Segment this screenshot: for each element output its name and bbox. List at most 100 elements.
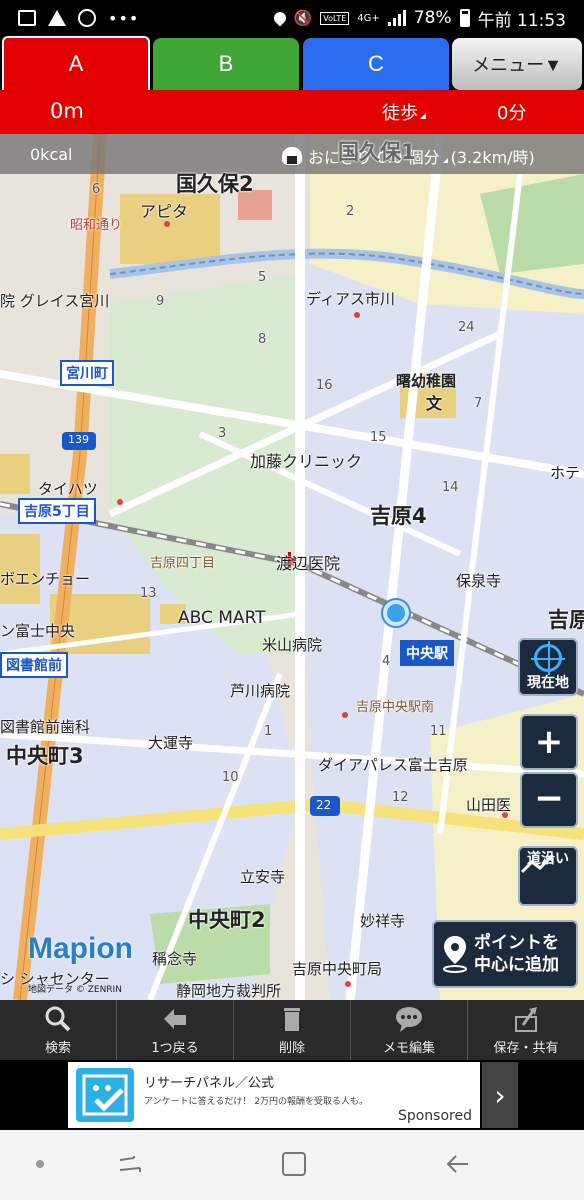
trend-line-icon xyxy=(520,854,554,874)
area-chuocho2: 中央町2 xyxy=(188,908,266,932)
crosshair-icon xyxy=(531,641,565,675)
dropdown-triangle-icon xyxy=(420,113,426,119)
block-number: 12 xyxy=(392,790,409,805)
current-location-button[interactable]: 現在地 xyxy=(518,638,578,696)
place-shika: 図書館前歯科 xyxy=(0,718,91,736)
map-view[interactable]: 0kcal おにぎり 0.0 個分 (3.2km/時) 国久保2 国久保1 アピタ… xyxy=(0,134,584,1000)
block-number: 14 xyxy=(442,480,459,495)
station-toshokanmae[interactable]: 図書館前 xyxy=(0,652,68,678)
route-22-shield: 22 xyxy=(316,798,332,812)
street-showa: 昭和通り xyxy=(70,218,123,233)
undo-icon xyxy=(164,1009,186,1029)
block-number: 4 xyxy=(382,654,391,669)
place-chuo-minami: 吉原中央駅南 xyxy=(356,700,435,715)
bottom-toolbar: 検索 1つ戻る 削除 メモ編集 保存・共有 xyxy=(0,1000,584,1060)
block-number: 3 xyxy=(218,426,227,441)
more-notifications-icon: ••• xyxy=(108,8,140,28)
search-icon xyxy=(45,1006,71,1032)
block-number: 15 xyxy=(370,430,387,445)
block-number: 13 xyxy=(140,586,157,601)
area-chuocho3: 中央町3 xyxy=(6,744,84,768)
place-fujichuo: ン富士中央 xyxy=(0,622,76,640)
station-yoshiwara5[interactable]: 吉原5丁目 xyxy=(18,498,96,524)
volte-label: VoLTE xyxy=(320,11,350,25)
area-yoshiwara4: 吉原4 xyxy=(370,504,427,528)
block-number: 24 xyxy=(458,320,475,335)
onigiri-icon xyxy=(282,147,302,165)
place-kato-clinic: 加藤クリニック xyxy=(250,452,363,471)
block-number: 11 xyxy=(430,724,447,739)
recent-apps-icon[interactable] xyxy=(116,1150,144,1178)
share-icon xyxy=(515,1007,537,1032)
ad-sponsored-label: Sponsored xyxy=(397,1108,472,1124)
place-watanabe: 渡辺医院 xyxy=(276,554,341,573)
dropdown-triangle-icon xyxy=(442,158,448,163)
ad-card[interactable]: リサーチパネル／公式 アンケートに答えるだけ！ 2万円の報酬を受取る人も。 Sp… xyxy=(68,1062,480,1128)
place-diapalace: ダイアパレス富士吉原 xyxy=(318,756,468,774)
tab-route-c[interactable]: C xyxy=(303,38,449,90)
station-miyagawa[interactable]: 宮川町 xyxy=(60,360,114,386)
status-bar: ••• 🔇 VoLTE 4G+ 78% 午前 11:53 xyxy=(0,0,584,36)
travel-mode-selector[interactable]: 徒歩 xyxy=(382,99,426,125)
trash-icon xyxy=(284,1008,300,1031)
research-panel-logo xyxy=(76,1068,134,1122)
battery-percent: 78% xyxy=(413,8,452,28)
current-location-label: 現在地 xyxy=(527,675,569,691)
ad-next-button[interactable]: › xyxy=(482,1062,518,1128)
add-point-label-1: ポイントを xyxy=(474,933,559,953)
clock: 午前 11:53 xyxy=(477,10,566,31)
route-duration: 0分 xyxy=(497,103,527,124)
zoom-in-button[interactable]: + xyxy=(520,714,578,770)
place-daiunji: 大運寺 xyxy=(148,734,194,752)
signal-icon xyxy=(387,10,406,26)
back-icon[interactable] xyxy=(444,1150,472,1178)
place-yamada: 山田医 xyxy=(466,796,512,814)
block-number: 7 xyxy=(474,396,483,411)
place-yoshiwara4chome: 吉原四丁目 xyxy=(150,556,216,571)
block-number: 6 xyxy=(92,182,101,197)
save-share-button[interactable]: 保存・共有 xyxy=(468,1000,584,1060)
menu-button[interactable]: メニュー▼ xyxy=(452,38,582,90)
home-icon[interactable] xyxy=(282,1152,306,1176)
mapion-logo: Mapion xyxy=(28,932,133,965)
place-apita: アピタ xyxy=(140,202,189,221)
memo-edit-button[interactable]: メモ編集 xyxy=(351,1000,468,1060)
area-yoshiwara-right: 吉原 xyxy=(548,608,584,632)
add-point-button[interactable]: ポイントを 中心に追加 xyxy=(432,920,578,988)
along-road-button[interactable]: 道沿い xyxy=(518,846,578,906)
network-type: 4G+ xyxy=(357,12,380,24)
kindergarten-icon: 文 xyxy=(426,394,443,413)
route-139-shield: 139 xyxy=(68,433,89,446)
search-button[interactable]: 検索 xyxy=(0,1000,117,1060)
route-distance: 0m xyxy=(50,99,84,123)
calorie-count: 0kcal xyxy=(30,145,73,164)
place-hosen-temple: 保泉寺 xyxy=(456,572,502,590)
undo-button[interactable]: 1つ戻る xyxy=(117,1000,234,1060)
checkmark-icon xyxy=(82,1074,128,1116)
delete-button[interactable]: 削除 xyxy=(234,1000,351,1060)
calorie-bar: 0kcal おにぎり 0.0 個分 (3.2km/時) xyxy=(0,134,584,174)
memo-edit-label: メモ編集 xyxy=(382,1041,435,1056)
place-yoneyama: 米山病院 xyxy=(262,636,323,654)
map-copyright: 地図データ © ZENRIN xyxy=(28,985,122,995)
save-share-label: 保存・共有 xyxy=(493,1041,559,1056)
system-nav-bar xyxy=(0,1130,584,1200)
tab-route-a[interactable]: A xyxy=(2,36,150,90)
station-chuoeki[interactable]: 中央駅 xyxy=(400,640,454,666)
search-label: 検索 xyxy=(44,1041,71,1056)
shop-abcmart: ABC MART xyxy=(178,608,266,628)
place-shonenji: 稱念寺 xyxy=(152,950,198,968)
place-hotel: ホテ xyxy=(550,464,581,482)
route-tabs: A B C メニュー▼ xyxy=(0,36,584,90)
place-yoshiwara-chuocho: 吉原中央町局 xyxy=(292,960,383,978)
ad-title: リサーチパネル／公式 xyxy=(144,1076,275,1091)
place-ryuanji: 立安寺 xyxy=(240,868,286,886)
zoom-out-button[interactable]: − xyxy=(520,772,578,828)
place-shizuoka-court: 静岡地方裁判所 xyxy=(176,982,282,1000)
b-app-icon xyxy=(78,9,96,27)
chat-bubble-icon xyxy=(396,1007,422,1032)
nav-dot-icon[interactable] xyxy=(36,1160,44,1168)
tab-route-b[interactable]: B xyxy=(153,38,299,90)
place-ashikawa: 芦川病院 xyxy=(230,682,291,700)
ad-banner: リサーチパネル／公式 アンケートに答えるだけ！ 2万円の報酬を受取る人も。 Sp… xyxy=(0,1060,584,1130)
